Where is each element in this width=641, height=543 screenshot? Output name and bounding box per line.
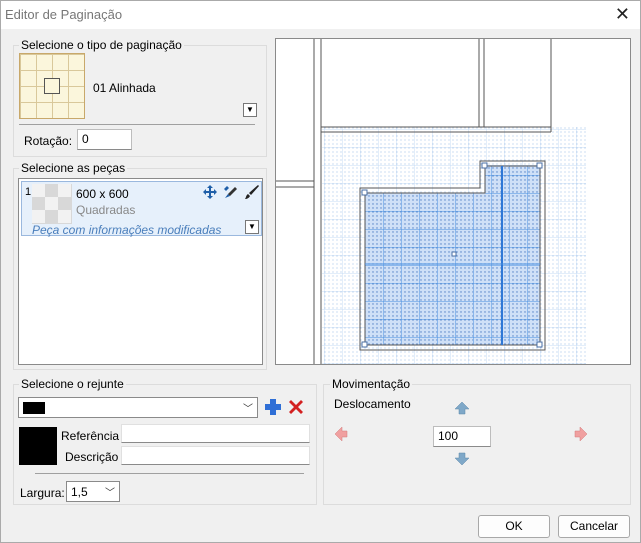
paging-type-thumbnail[interactable]: [19, 53, 85, 119]
remove-grout-icon[interactable]: [287, 398, 305, 419]
paging-type-name: 01 Alinhada: [93, 81, 156, 95]
piece-name: Quadradas: [76, 203, 136, 217]
rotation-label: Rotação:: [24, 134, 73, 148]
grout-color-preview: [19, 427, 57, 465]
pieces-list[interactable]: 1 600 x 600 Quadradas Peça com informaçõ…: [18, 178, 263, 365]
title-bar: Editor de Paginação ✕: [1, 1, 640, 29]
arrow-down-icon[interactable]: [454, 452, 470, 469]
center-tile-marker: [44, 78, 60, 94]
paging-preview-canvas[interactable]: [275, 38, 631, 365]
piece-dropdown-button[interactable]: ▼: [245, 220, 259, 234]
paging-type-dropdown-button[interactable]: ▼: [243, 103, 257, 117]
add-grout-icon[interactable]: [264, 398, 282, 419]
paging-type-separator: [19, 124, 255, 125]
edit-piece-icon[interactable]: [223, 184, 239, 203]
ok-button[interactable]: OK: [478, 515, 550, 538]
list-item[interactable]: 1 600 x 600 Quadradas Peça com informaçõ…: [21, 181, 262, 237]
window-title: Editor de Paginação: [5, 7, 123, 22]
piece-thumbnail: [32, 184, 72, 224]
grout-separator: [35, 473, 304, 474]
width-value: 1,5: [71, 485, 88, 499]
arrow-right-icon[interactable]: [574, 426, 588, 445]
piece-modified-note: Peça com informações modificadas: [32, 223, 222, 237]
rotation-input[interactable]: 0: [77, 129, 132, 150]
arrow-left-icon[interactable]: [334, 426, 348, 445]
piece-size: 600 x 600: [76, 187, 129, 201]
reference-label: Referência: [61, 429, 120, 443]
movement-legend: Movimentação: [330, 377, 413, 391]
description-label: Descrição: [65, 450, 119, 464]
grout-color-swatch: [23, 402, 45, 414]
grout-color-select[interactable]: ﹀: [18, 397, 258, 418]
paging-editor-dialog: Editor de Paginação ✕ Selecione o tipo d…: [0, 0, 641, 543]
paging-type-legend: Selecione o tipo de paginação: [19, 38, 184, 52]
offset-label: Deslocamento: [334, 397, 411, 411]
offset-input[interactable]: 100: [433, 426, 491, 447]
cancel-button[interactable]: Cancelar: [558, 515, 630, 538]
reference-input[interactable]: [121, 424, 310, 443]
grout-legend: Selecione o rejunte: [19, 377, 126, 391]
move-piece-icon[interactable]: [202, 184, 218, 203]
chevron-down-icon: ﹀: [105, 488, 115, 499]
chevron-down-icon: ﹀: [243, 404, 253, 415]
brush-icon[interactable]: [244, 184, 260, 203]
close-icon[interactable]: ✕: [615, 4, 630, 25]
description-input[interactable]: [121, 446, 310, 465]
width-select[interactable]: 1,5 ﹀: [66, 481, 120, 502]
arrow-up-icon[interactable]: [454, 401, 470, 418]
width-label: Largura:: [20, 486, 65, 500]
piece-index: 1: [25, 186, 32, 198]
pieces-legend: Selecione as peças: [19, 161, 128, 175]
floor-plan-drawing: [276, 39, 586, 364]
